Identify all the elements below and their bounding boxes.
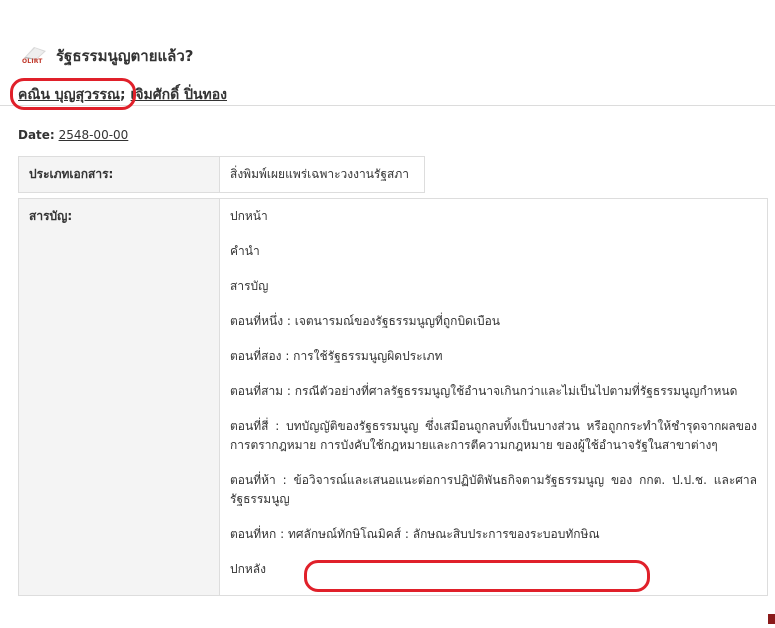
table-row: ประเภทเอกสาร: สิ่งพิมพ์เผยแพร่เฉพาะวงงาน…: [18, 156, 425, 193]
doc-type-value: สิ่งพิมพ์เผยแพร่เฉพาะวงงานรัฐสภา: [219, 156, 425, 193]
page-title: รัฐธรรมนูญตายแล้ว?: [56, 47, 194, 65]
toc-item-part-2: ตอนที่สอง : การใช้รัฐธรรมนูญผิดประเภท: [230, 349, 443, 363]
doc-type-table: ประเภทเอกสาร: สิ่งพิมพ์เผยแพร่เฉพาะวงงาน…: [18, 156, 425, 193]
toc-item-part-4: ตอนที่สี่ : บทบัญญัติของรัฐธรรมนูญ ซึ่งเ…: [230, 419, 757, 452]
toc-label: สารบัญ:: [18, 198, 220, 596]
toc-item-preface: คำนำ: [230, 244, 260, 258]
author-link-1[interactable]: คณิน บุญสุวรรณ: [18, 87, 120, 103]
header-divider: [0, 105, 775, 106]
toc-item-contents: สารบัญ: [230, 279, 269, 293]
date-label: Date:: [18, 128, 55, 142]
toc-content: ปกหน้า คำนำ สารบัญ ตอนที่หนึ่ง : เจตนารม…: [219, 198, 768, 596]
olirt-logo: OLIRT: [20, 44, 50, 68]
toc-item-part-3: ตอนที่สาม : กรณีตัวอย่างที่ศาลรัฐธรรมนูญ…: [230, 384, 738, 398]
doc-type-label: ประเภทเอกสาร:: [18, 156, 220, 193]
toc-item-part-5: ตอนที่ห้า : ข้อวิจารณ์และเสนอแนะต่อการปฏ…: [230, 473, 757, 506]
author-list: คณิน บุญสุวรรณ; เจิมศักดิ์ ปิ่นทอง: [18, 84, 227, 106]
author-link-2[interactable]: เจิมศักดิ์ ปิ่นทอง: [131, 87, 227, 103]
table-row: สารบัญ: ปกหน้า คำนำ สารบัญ ตอนที่หนึ่ง :…: [18, 198, 768, 596]
date-link[interactable]: 2548-00-00: [59, 128, 129, 142]
logo-text: OLIRT: [22, 58, 43, 65]
scroll-marker: [768, 614, 775, 624]
toc-item-part-6: ตอนที่หก : ทศลักษณ์ทักษิโณมิคส์ : ลักษณะ…: [230, 527, 600, 541]
date-row: Date: 2548-00-00: [18, 128, 128, 142]
toc-item-back-cover: ปกหลัง: [230, 562, 267, 576]
page-header: OLIRT รัฐธรรมนูญตายแล้ว?: [20, 44, 193, 68]
author-separator: ;: [120, 87, 126, 103]
toc-item-cover: ปกหน้า: [230, 209, 268, 223]
toc-item-part-1: ตอนที่หนึ่ง : เจตนารมณ์ของรัฐธรรมนูญที่ถ…: [230, 314, 500, 328]
toc-table: สารบัญ: ปกหน้า คำนำ สารบัญ ตอนที่หนึ่ง :…: [18, 198, 768, 596]
